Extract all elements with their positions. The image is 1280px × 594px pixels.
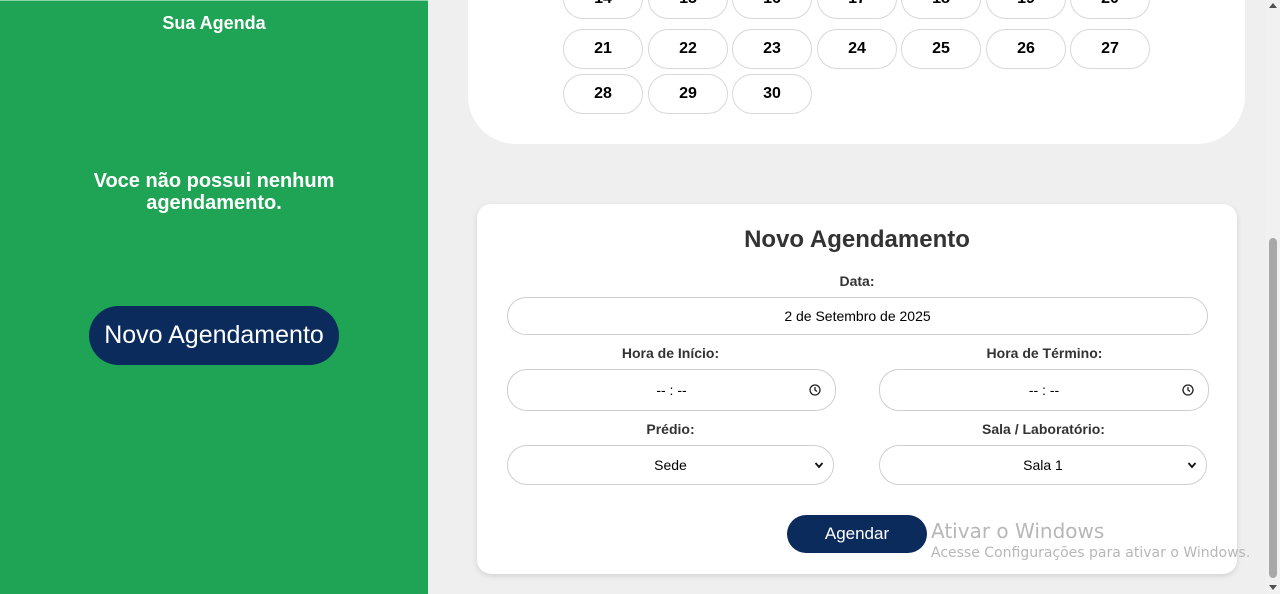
- scroll-up-icon[interactable]: [1269, 3, 1277, 8]
- calendar-day[interactable]: 19: [986, 0, 1066, 19]
- start-time-label: Hora de Início:: [621, 345, 720, 361]
- agenda-sidebar: Sua Agenda Voce não possui nenhum agenda…: [0, 0, 428, 594]
- date-label: Data:: [839, 273, 875, 289]
- room-label: Sala / Laboratório:: [982, 421, 1105, 437]
- calendar-day[interactable]: 30: [732, 74, 812, 114]
- clock-icon[interactable]: [1182, 384, 1194, 396]
- calendar-day[interactable]: 17: [817, 0, 897, 19]
- building-value: Sede: [654, 457, 687, 473]
- date-field[interactable]: 2 de Setembro de 2025: [507, 297, 1208, 335]
- calendar-card: 14 1516 1718 1920 21222324252627 282930: [468, 0, 1245, 144]
- building-label: Prédio:: [646, 421, 695, 437]
- windows-watermark-title: Ativar o Windows: [931, 519, 1105, 543]
- form-title: Novo Agendamento: [744, 226, 970, 253]
- calendar-day[interactable]: 26: [986, 29, 1066, 69]
- room-select[interactable]: Sala 1: [879, 445, 1207, 485]
- chevron-down-icon: [1187, 462, 1197, 469]
- calendar-day[interactable]: 28: [563, 74, 643, 114]
- calendar-day[interactable]: 23: [732, 29, 812, 69]
- new-appointment-form: Novo Agendamento Data: 2 de Setembro de …: [477, 204, 1237, 574]
- clock-icon[interactable]: [809, 384, 821, 396]
- calendar-day[interactable]: 15: [648, 0, 728, 19]
- calendar-day[interactable]: 18: [901, 0, 981, 19]
- empty-agenda-message: Voce não possui nenhum agendamento.: [93, 170, 335, 214]
- new-appointment-button[interactable]: Novo Agendamento: [89, 306, 339, 365]
- calendar-day[interactable]: 25: [901, 29, 981, 69]
- end-time-value: -- : --: [1028, 382, 1060, 398]
- scroll-thumb[interactable]: [1269, 238, 1277, 578]
- calendar-day[interactable]: 21: [563, 29, 643, 69]
- start-time-input[interactable]: -- : --: [507, 369, 836, 411]
- scroll-down-icon[interactable]: [1269, 585, 1277, 590]
- start-time-value: -- : --: [656, 382, 687, 398]
- chevron-down-icon: [814, 462, 824, 469]
- calendar-day[interactable]: 22: [648, 29, 728, 69]
- calendar-day[interactable]: 14: [563, 0, 643, 19]
- schedule-button[interactable]: Agendar: [787, 515, 927, 553]
- end-time-label: Hora de Término:: [986, 345, 1103, 361]
- building-select[interactable]: Sede: [507, 445, 834, 485]
- windows-watermark-text: Acesse Configurações para ativar o Windo…: [931, 545, 1251, 561]
- calendar-day[interactable]: 16: [732, 0, 812, 19]
- calendar-day[interactable]: 20: [1070, 0, 1150, 19]
- sidebar-title: Sua Agenda: [162, 13, 266, 33]
- page-scrollbar[interactable]: [1266, 0, 1280, 594]
- calendar-day[interactable]: 27: [1070, 29, 1150, 69]
- calendar-day[interactable]: 24: [817, 29, 897, 69]
- calendar-day[interactable]: 29: [648, 74, 728, 114]
- end-time-input[interactable]: -- : --: [879, 369, 1209, 411]
- date-value: 2 de Setembro de 2025: [784, 308, 931, 324]
- room-value: Sala 1: [1023, 457, 1063, 473]
